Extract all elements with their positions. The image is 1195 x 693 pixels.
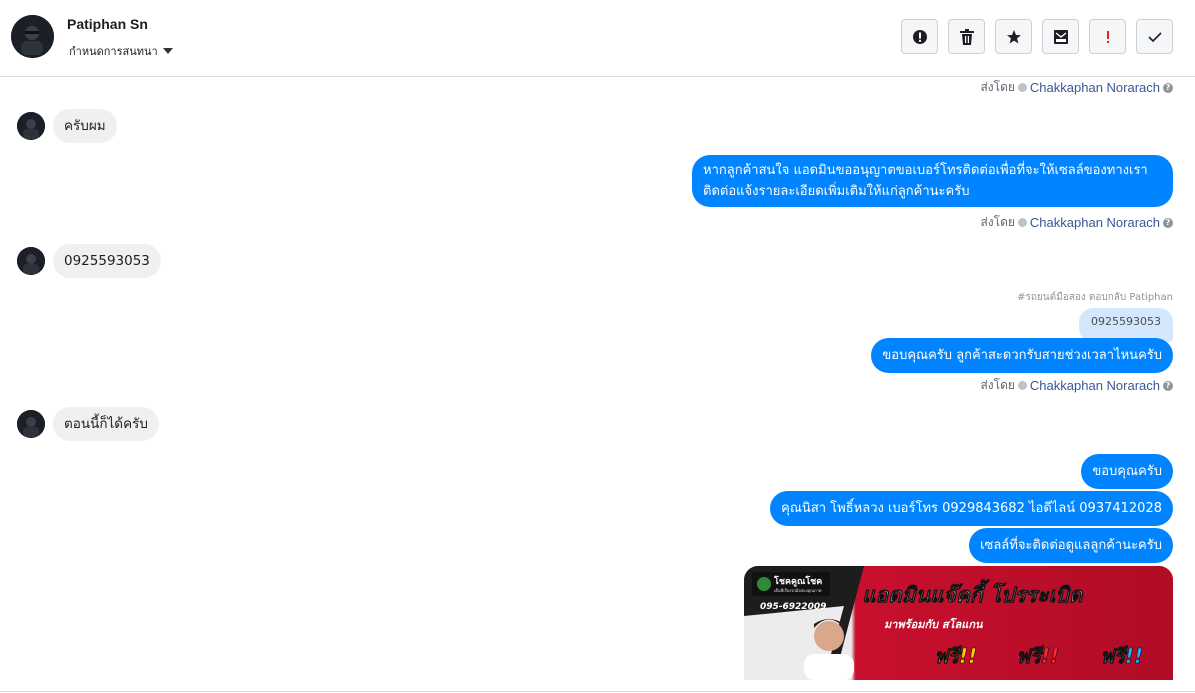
mark-important-button[interactable] bbox=[1089, 19, 1126, 54]
mark-unread-button[interactable] bbox=[1042, 19, 1079, 54]
help-icon[interactable]: ? bbox=[1163, 82, 1173, 93]
message-thread: ส่งโดย Chakkaphan Norarach ? ครับผม หากล… bbox=[0, 78, 1195, 693]
free-label: ฟรี!! bbox=[1100, 644, 1143, 668]
contact-name[interactable]: Patiphan Sn bbox=[67, 16, 148, 32]
caret-down-icon bbox=[162, 48, 173, 54]
avatar-photo bbox=[17, 247, 45, 275]
message-bubble[interactable]: ขอบคุณครับ bbox=[1081, 454, 1173, 489]
avatar-photo bbox=[17, 112, 45, 140]
trash-icon bbox=[959, 28, 974, 45]
message-bubble[interactable]: ตอนนี้ก็ได้ครับ bbox=[53, 407, 159, 441]
promo-headline: แอดมินแจ๊คกี้ โปรระเบิด bbox=[862, 579, 1084, 607]
help-icon[interactable]: ? bbox=[1163, 380, 1173, 391]
free-label: ฟรี!! bbox=[1016, 644, 1059, 668]
mark-unread-icon bbox=[1053, 29, 1068, 44]
message-bubble[interactable]: เซลล์ที่จะติดต่อดูแลลูกค้านะครับ bbox=[969, 528, 1173, 563]
message-bubble[interactable]: ครับผม bbox=[53, 109, 117, 143]
message-bubble[interactable]: คุณนิสา โพธิ์หลวง เบอร์โทร 0929843682 ไอ… bbox=[770, 491, 1173, 526]
reply-context-label: #รถยนต์มือสอง ตอบกลับ Patiphan bbox=[1017, 292, 1173, 303]
incoming-message: ตอนนี้ก็ได้ครับ bbox=[17, 407, 159, 441]
agent-name-link[interactable]: Chakkaphan Norarach bbox=[1030, 378, 1160, 393]
avatar-photo bbox=[11, 15, 54, 58]
conversation-header: Patiphan Sn กำหนดการสนทนา bbox=[0, 0, 1195, 77]
message-bubble[interactable]: หากลูกค้าสนใจ แอดมินขออนุญาตขอเบอร์โทรติ… bbox=[692, 155, 1173, 207]
sent-by-prefix: ส่งโดย bbox=[980, 215, 1015, 229]
star-button[interactable] bbox=[995, 19, 1032, 54]
sent-by-label: ส่งโดย Chakkaphan Norarach ? bbox=[980, 213, 1173, 232]
brand-logo-text: โชคคูณโชค bbox=[773, 575, 822, 587]
avatar[interactable] bbox=[17, 112, 45, 140]
agent-name-link[interactable]: Chakkaphan Norarach bbox=[1030, 215, 1160, 230]
message-bubble[interactable]: ขอบคุณครับ ลูกค้าสะดวกรับสายช่วงเวลาไหนค… bbox=[871, 338, 1173, 373]
avatar[interactable] bbox=[17, 410, 45, 438]
brand-phone: 095-6922009 bbox=[760, 602, 826, 612]
sent-by-prefix: ส่งโดย bbox=[980, 80, 1015, 94]
composer-divider bbox=[0, 691, 1195, 692]
incoming-message: 0925593053 bbox=[17, 244, 161, 278]
conversation-toolbar bbox=[901, 19, 1173, 54]
mark-done-button[interactable] bbox=[1136, 19, 1173, 54]
star-icon bbox=[1006, 29, 1021, 43]
help-icon[interactable]: ? bbox=[1163, 217, 1173, 228]
avatar-photo bbox=[17, 410, 45, 438]
sent-by-prefix: ส่งโดย bbox=[980, 378, 1015, 392]
verified-icon bbox=[1017, 218, 1027, 227]
conversation-settings-label: กำหนดการสนทนา bbox=[69, 45, 158, 58]
promo-subline: มาพร้อมกับ สโลแกน bbox=[884, 617, 983, 631]
delete-button[interactable] bbox=[948, 19, 985, 54]
sent-by-label: ส่งโดย Chakkaphan Norarach ? bbox=[980, 78, 1173, 97]
exclamation-icon bbox=[1106, 30, 1109, 43]
avatar[interactable] bbox=[11, 15, 54, 58]
verified-icon bbox=[1017, 83, 1027, 92]
conversation-settings-dropdown[interactable]: กำหนดการสนทนา bbox=[69, 44, 173, 58]
brand-tagline: เต็มที่เรื่องรถมือสองคุณภาพ bbox=[774, 587, 822, 594]
free-label: ฟรี!! bbox=[934, 644, 977, 668]
report-button[interactable] bbox=[901, 19, 938, 54]
quoted-message[interactable]: 0925593053 bbox=[1079, 308, 1173, 342]
message-bubble[interactable]: 0925593053 bbox=[53, 244, 161, 278]
sent-by-label: ส่งโดย Chakkaphan Norarach ? bbox=[980, 376, 1173, 395]
checkmark-icon bbox=[1147, 31, 1162, 42]
alert-circle-icon bbox=[912, 29, 927, 44]
verified-icon bbox=[1017, 381, 1027, 390]
incoming-message: ครับผม bbox=[17, 109, 117, 143]
agent-name-link[interactable]: Chakkaphan Norarach bbox=[1030, 80, 1160, 95]
avatar[interactable] bbox=[17, 247, 45, 275]
promo-banner-image: โชคคูณโชค เต็มที่เรื่องรถมือสองคุณภาพ 09… bbox=[744, 566, 1173, 680]
image-attachment[interactable]: โชคคูณโชค เต็มที่เรื่องรถมือสองคุณภาพ 09… bbox=[744, 566, 1173, 680]
